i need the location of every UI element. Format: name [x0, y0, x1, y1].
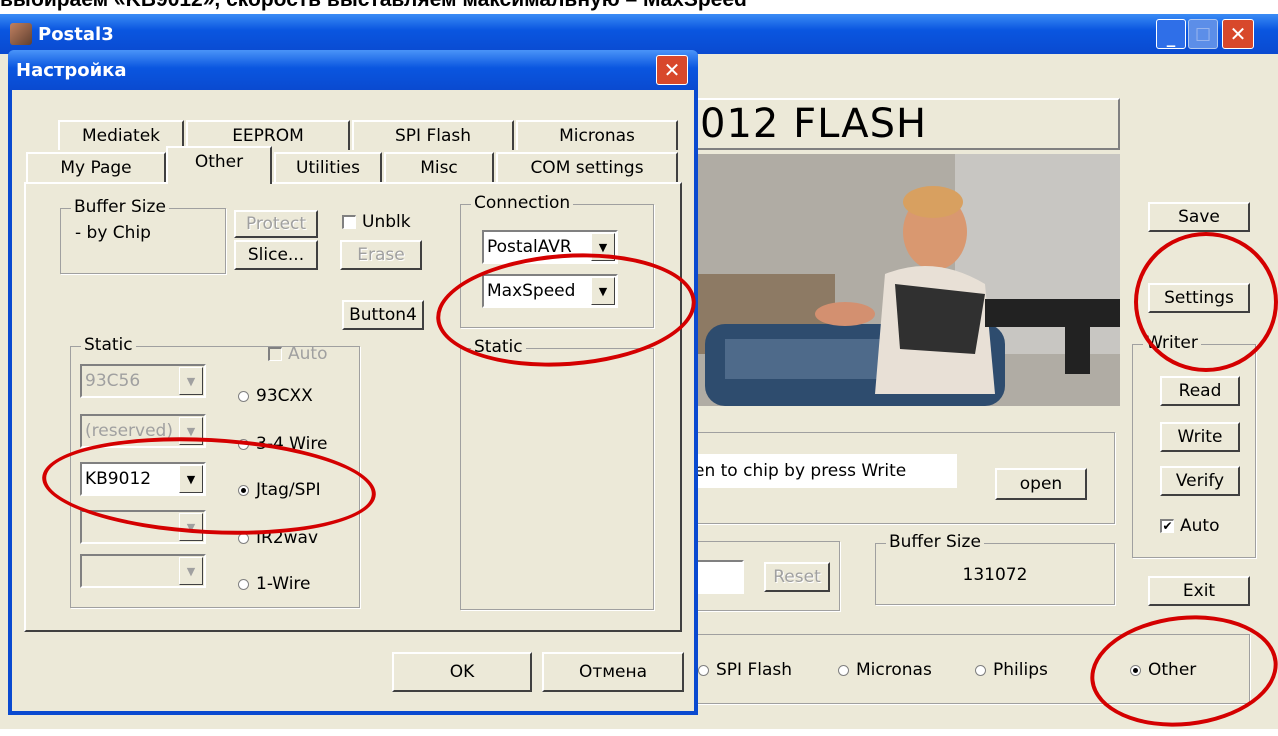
auto-checkbox-label: Auto: [1180, 516, 1220, 536]
caption-text: выбираем «KB9012», скорость выставляем м…: [0, 0, 1278, 14]
erase-button[interactable]: Erase: [340, 240, 422, 270]
static-group-title: Static: [81, 335, 136, 355]
reset-button[interactable]: Reset: [764, 562, 830, 592]
dialog-title: Настройка: [16, 59, 127, 81]
dialog-buffer-title: Buffer Size: [71, 197, 169, 217]
radio-philips[interactable]: Philips: [975, 660, 1048, 680]
read-button[interactable]: Read: [1160, 376, 1240, 406]
chip-select-1-value: 93C56: [85, 371, 141, 391]
radio-93cxx-dot[interactable]: [238, 390, 249, 402]
close-icon: ✕: [1229, 22, 1247, 46]
protect-button[interactable]: Protect: [234, 210, 318, 238]
static-right-group: Static: [460, 337, 654, 610]
radio-93cxx[interactable]: 93CXX: [238, 386, 313, 406]
dialog-close-icon: ✕: [663, 58, 681, 82]
auto-checkbox-box[interactable]: ✔: [1160, 519, 1174, 533]
open-button[interactable]: open: [995, 468, 1087, 500]
address-field[interactable]: [692, 560, 744, 594]
minimize-icon: _: [1166, 28, 1176, 48]
settings-dialog: Настройка ✕ Mediatek EEPROM SPI Flash Mi…: [8, 50, 698, 715]
write-button[interactable]: Write: [1160, 422, 1240, 452]
button4[interactable]: Button4: [342, 300, 424, 330]
minimize-button[interactable]: _: [1156, 19, 1186, 49]
radio-1-wire[interactable]: 1-Wire: [238, 574, 311, 594]
chevron-down-icon[interactable]: ▼: [179, 367, 203, 395]
tab-micronas[interactable]: Micronas: [516, 120, 678, 150]
radio-philips-label: Philips: [993, 660, 1048, 680]
chip-header: 012 FLASH: [680, 98, 1120, 150]
radio-93cxx-label: 93CXX: [256, 386, 313, 406]
dialog-titlebar: Настройка: [8, 50, 698, 90]
chip-select-1[interactable]: 93C56 ▼: [80, 364, 206, 398]
tab-utilities[interactable]: Utilities: [274, 152, 382, 182]
maximize-button[interactable]: □: [1188, 19, 1218, 49]
static-auto-checkbox[interactable]: Auto: [268, 344, 327, 364]
verify-button[interactable]: Verify: [1160, 466, 1240, 496]
radio-1-wire-dot[interactable]: [238, 578, 249, 590]
ok-button[interactable]: OK: [392, 652, 532, 692]
tab-misc[interactable]: Misc: [384, 152, 494, 182]
main-close-button[interactable]: ✕: [1222, 19, 1254, 49]
radio-micronas-label: Micronas: [856, 660, 932, 680]
tab-com-settings[interactable]: COM settings: [496, 152, 678, 182]
connection-title: Connection: [471, 193, 574, 213]
buffer-size-title: Buffer Size: [886, 532, 984, 552]
file-path-field[interactable]: en to chip by press Write: [692, 454, 957, 488]
file-path-text: en to chip by press Write: [694, 461, 907, 481]
dialog-buffer-value: - by Chip: [75, 223, 151, 243]
radio-spi-flash[interactable]: SPI Flash: [698, 660, 792, 680]
exit-button[interactable]: Exit: [1148, 576, 1250, 606]
radio-philips-dot[interactable]: [975, 664, 986, 676]
unblk-checkbox[interactable]: Unblk: [342, 212, 411, 232]
chip-name: 012 FLASH: [700, 101, 928, 147]
radio-micronas-dot[interactable]: [838, 664, 849, 676]
app-icon: [10, 23, 32, 45]
auto-checkbox[interactable]: ✔ Auto: [1160, 516, 1219, 536]
annotation-settings: [1134, 232, 1278, 372]
cancel-button[interactable]: Отмена: [542, 652, 684, 692]
static-auto-label: Auto: [288, 344, 328, 364]
main-titlebar: Postal3: [0, 14, 1278, 54]
buffer-size-value: 131072: [962, 565, 1028, 585]
maximize-icon: □: [1194, 24, 1212, 44]
radio-spi-flash-label: SPI Flash: [716, 660, 793, 680]
tab-other[interactable]: Other: [166, 146, 272, 184]
radio-spi-flash-dot[interactable]: [698, 664, 709, 676]
radio-1-wire-label: 1-Wire: [256, 574, 311, 594]
radio-micronas[interactable]: Micronas: [838, 660, 932, 680]
tab-spi-flash[interactable]: SPI Flash: [352, 120, 514, 150]
chevron-down-icon[interactable]: ▼: [179, 557, 203, 585]
slice-button[interactable]: Slice...: [234, 240, 318, 270]
photo-scene: [685, 154, 1120, 406]
chip-select-5[interactable]: ▼: [80, 554, 206, 588]
dialog-buffer-group: Buffer Size - by Chip: [60, 197, 226, 274]
tab-my-page[interactable]: My Page: [26, 152, 166, 182]
main-title: Postal3: [38, 23, 114, 45]
save-button[interactable]: Save: [1148, 202, 1250, 232]
splash-photo: [685, 154, 1120, 406]
dialog-body: Mediatek EEPROM SPI Flash Micronas My Pa…: [12, 90, 694, 711]
dialog-close-button[interactable]: ✕: [656, 55, 688, 85]
static-auto-box[interactable]: [268, 347, 282, 361]
unblk-checkbox-box[interactable]: [342, 215, 356, 229]
unblk-checkbox-label: Unblk: [362, 212, 411, 232]
